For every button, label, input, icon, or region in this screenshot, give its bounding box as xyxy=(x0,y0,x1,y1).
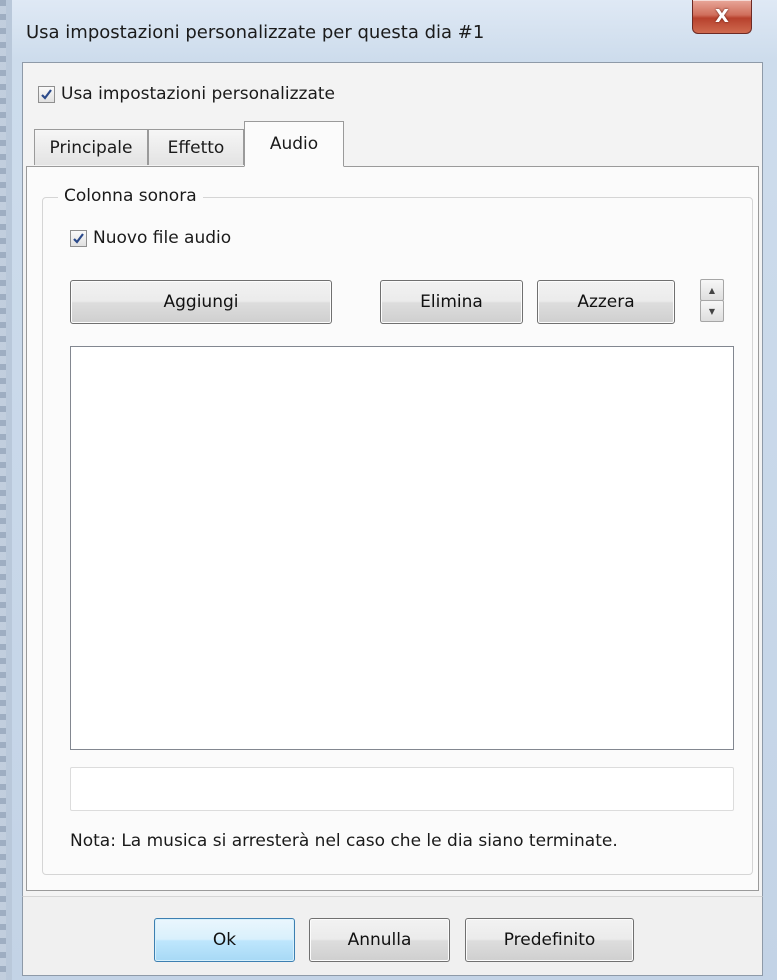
arrow-up-icon: ▲ xyxy=(708,285,716,295)
note-text: Nota: La musica si arresterà nel caso ch… xyxy=(70,831,618,851)
soundtrack-group-label: Colonna sonora xyxy=(58,186,203,206)
reorder-spinner: ▲ ▼ xyxy=(700,279,724,322)
close-icon: X xyxy=(715,6,729,27)
reset-button[interactable]: Azzera xyxy=(537,280,675,324)
tab-effetto[interactable]: Effetto xyxy=(148,129,244,165)
tab-label: Audio xyxy=(269,134,319,154)
custom-settings-label: Usa impostazioni personalizzate xyxy=(61,84,336,104)
new-audio-checkbox-row[interactable]: Nuovo file audio xyxy=(70,228,231,248)
custom-settings-checkbox-row[interactable]: Usa impostazioni personalizzate xyxy=(38,84,335,104)
delete-button[interactable]: Elimina xyxy=(380,280,523,324)
tab-label: Effetto xyxy=(167,137,225,158)
checkmark-icon xyxy=(41,88,52,100)
close-button[interactable]: X xyxy=(692,0,752,34)
tab-principale[interactable]: Principale xyxy=(34,129,148,165)
tab-audio[interactable]: Audio xyxy=(244,121,344,167)
audio-path-field[interactable] xyxy=(70,767,734,811)
cancel-button[interactable]: Annulla xyxy=(309,918,450,962)
window-title: Usa impostazioni personalizzate per ques… xyxy=(26,22,485,43)
default-button[interactable]: Predefinito xyxy=(465,918,634,962)
add-button[interactable]: Aggiungi xyxy=(70,280,332,324)
checkmark-icon xyxy=(73,232,84,244)
tab-label: Principale xyxy=(49,137,133,158)
audio-file-list[interactable] xyxy=(70,346,734,750)
move-up-button[interactable]: ▲ xyxy=(700,279,724,301)
ok-button[interactable]: Ok xyxy=(154,918,295,962)
move-down-button[interactable]: ▼ xyxy=(700,300,724,322)
new-audio-checkbox[interactable] xyxy=(70,229,87,247)
arrow-down-icon: ▼ xyxy=(708,306,716,316)
new-audio-label: Nuovo file audio xyxy=(93,228,232,248)
custom-settings-checkbox[interactable] xyxy=(38,85,55,103)
